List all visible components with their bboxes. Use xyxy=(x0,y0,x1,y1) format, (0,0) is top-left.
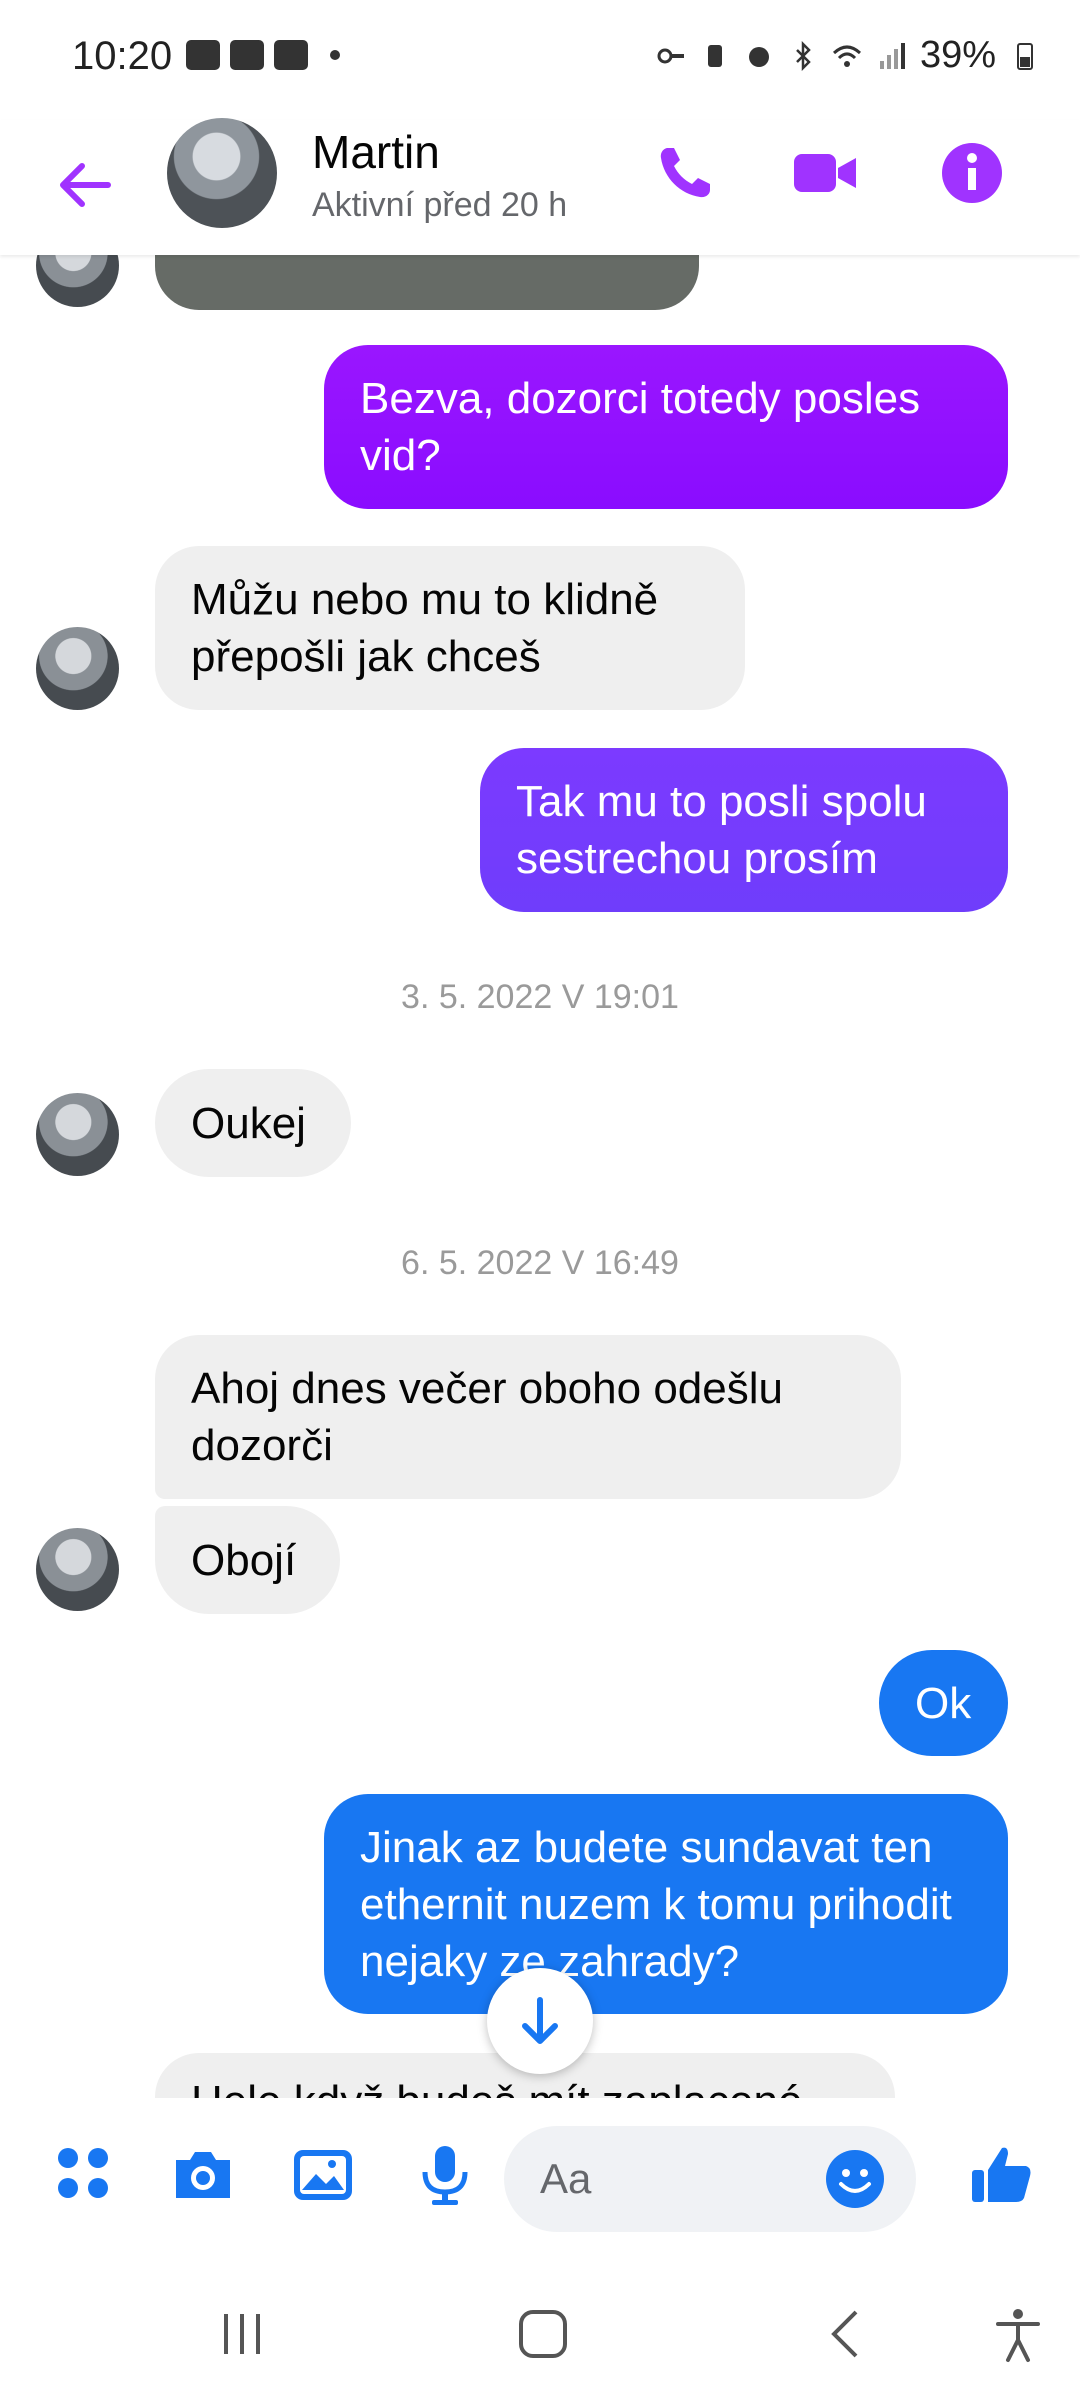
device-notification-icon xyxy=(230,40,264,70)
phone-icon[interactable] xyxy=(650,138,720,208)
battery-saver-icon xyxy=(707,44,722,67)
sender-avatar xyxy=(36,1093,119,1176)
arrow-down-icon xyxy=(522,1997,558,2044)
gallery-notification-icon xyxy=(186,40,220,70)
status-bar: 10:20 39% xyxy=(0,0,1080,120)
message-text: Hele když budeš mít zaplacené xyxy=(191,2073,802,2098)
message-text: Jinak az budete sundavat ten ethernit nu… xyxy=(360,1822,952,1986)
scroll-to-bottom-button[interactable] xyxy=(487,1968,593,2074)
accessibility-icon[interactable] xyxy=(988,2304,1048,2364)
message-outgoing[interactable]: Tak mu to posli spolu sestrechou prosím xyxy=(480,748,1008,912)
mic-icon[interactable] xyxy=(410,2140,480,2210)
wifi-icon xyxy=(832,45,861,67)
like-icon[interactable] xyxy=(968,2140,1038,2210)
vpn-key-icon xyxy=(657,48,684,63)
apps-icon[interactable] xyxy=(50,2140,120,2210)
camera-icon[interactable] xyxy=(168,2140,238,2210)
sender-avatar xyxy=(36,627,119,710)
message-incoming[interactable]: Oukej xyxy=(155,1069,351,1177)
status-time: 10:20 xyxy=(72,34,173,78)
message-timestamp: 6. 5. 2022 V 16:49 xyxy=(401,1244,679,1282)
message-composer: Aa xyxy=(0,2098,1080,2264)
bluetooth-icon xyxy=(796,40,811,71)
system-icons: 39% xyxy=(656,34,1040,77)
message-text: Ok xyxy=(915,1678,972,1728)
message-text: Můžu nebo mu to klidně přepošli jak chce… xyxy=(191,575,659,681)
message-incoming[interactable]: Obojí xyxy=(155,1506,340,1614)
contact-status: Aktivní před 20 h xyxy=(312,186,568,224)
back-arrow-icon[interactable] xyxy=(50,150,120,220)
battery-percent: 39% xyxy=(919,34,996,76)
signal-icon xyxy=(879,42,905,69)
message-text: Ahoj dnes večer oboho odešlu dozorči xyxy=(191,1364,783,1470)
emoji-icon[interactable] xyxy=(824,2148,886,2210)
alarm-icon xyxy=(748,46,769,67)
message-outgoing[interactable]: Ok xyxy=(879,1650,1008,1756)
notification-icons xyxy=(186,40,340,70)
contact-avatar[interactable] xyxy=(167,118,277,228)
message-incoming[interactable]: Ahoj dnes večer oboho odešlu dozorči xyxy=(155,1335,901,1499)
sender-avatar xyxy=(36,1528,119,1611)
message-input[interactable]: Aa xyxy=(504,2126,916,2232)
youtube-notification-icon xyxy=(274,40,308,70)
message-outgoing[interactable]: Jinak az budete sundavat ten ethernit nu… xyxy=(324,1794,1008,2014)
back-icon[interactable] xyxy=(818,2304,878,2364)
message-text: Obojí xyxy=(191,1535,297,1585)
gallery-icon[interactable] xyxy=(288,2140,358,2210)
message-timestamp: 3. 5. 2022 V 19:01 xyxy=(401,978,679,1016)
system-navbar xyxy=(0,2264,1080,2400)
message-text: Tak mu to posli spolu sestrechou prosím xyxy=(516,777,927,883)
message-incoming[interactable]: Můžu nebo mu to klidně přepošli jak chce… xyxy=(155,546,745,710)
more-notifications-icon xyxy=(330,50,340,60)
contact-name[interactable]: Martin xyxy=(312,125,440,179)
info-icon[interactable] xyxy=(937,138,1007,208)
video-icon[interactable] xyxy=(790,138,860,208)
message-input-placeholder: Aa xyxy=(540,2155,592,2202)
home-icon[interactable] xyxy=(513,2304,573,2364)
message-text: Bezva, dozorci totedy posles vid? xyxy=(360,374,921,480)
message-outgoing[interactable]: Bezva, dozorci totedy posles vid? xyxy=(324,345,1008,509)
battery-icon xyxy=(1017,42,1033,70)
recents-icon[interactable] xyxy=(212,2304,272,2364)
message-text: Oukej xyxy=(191,1098,306,1148)
